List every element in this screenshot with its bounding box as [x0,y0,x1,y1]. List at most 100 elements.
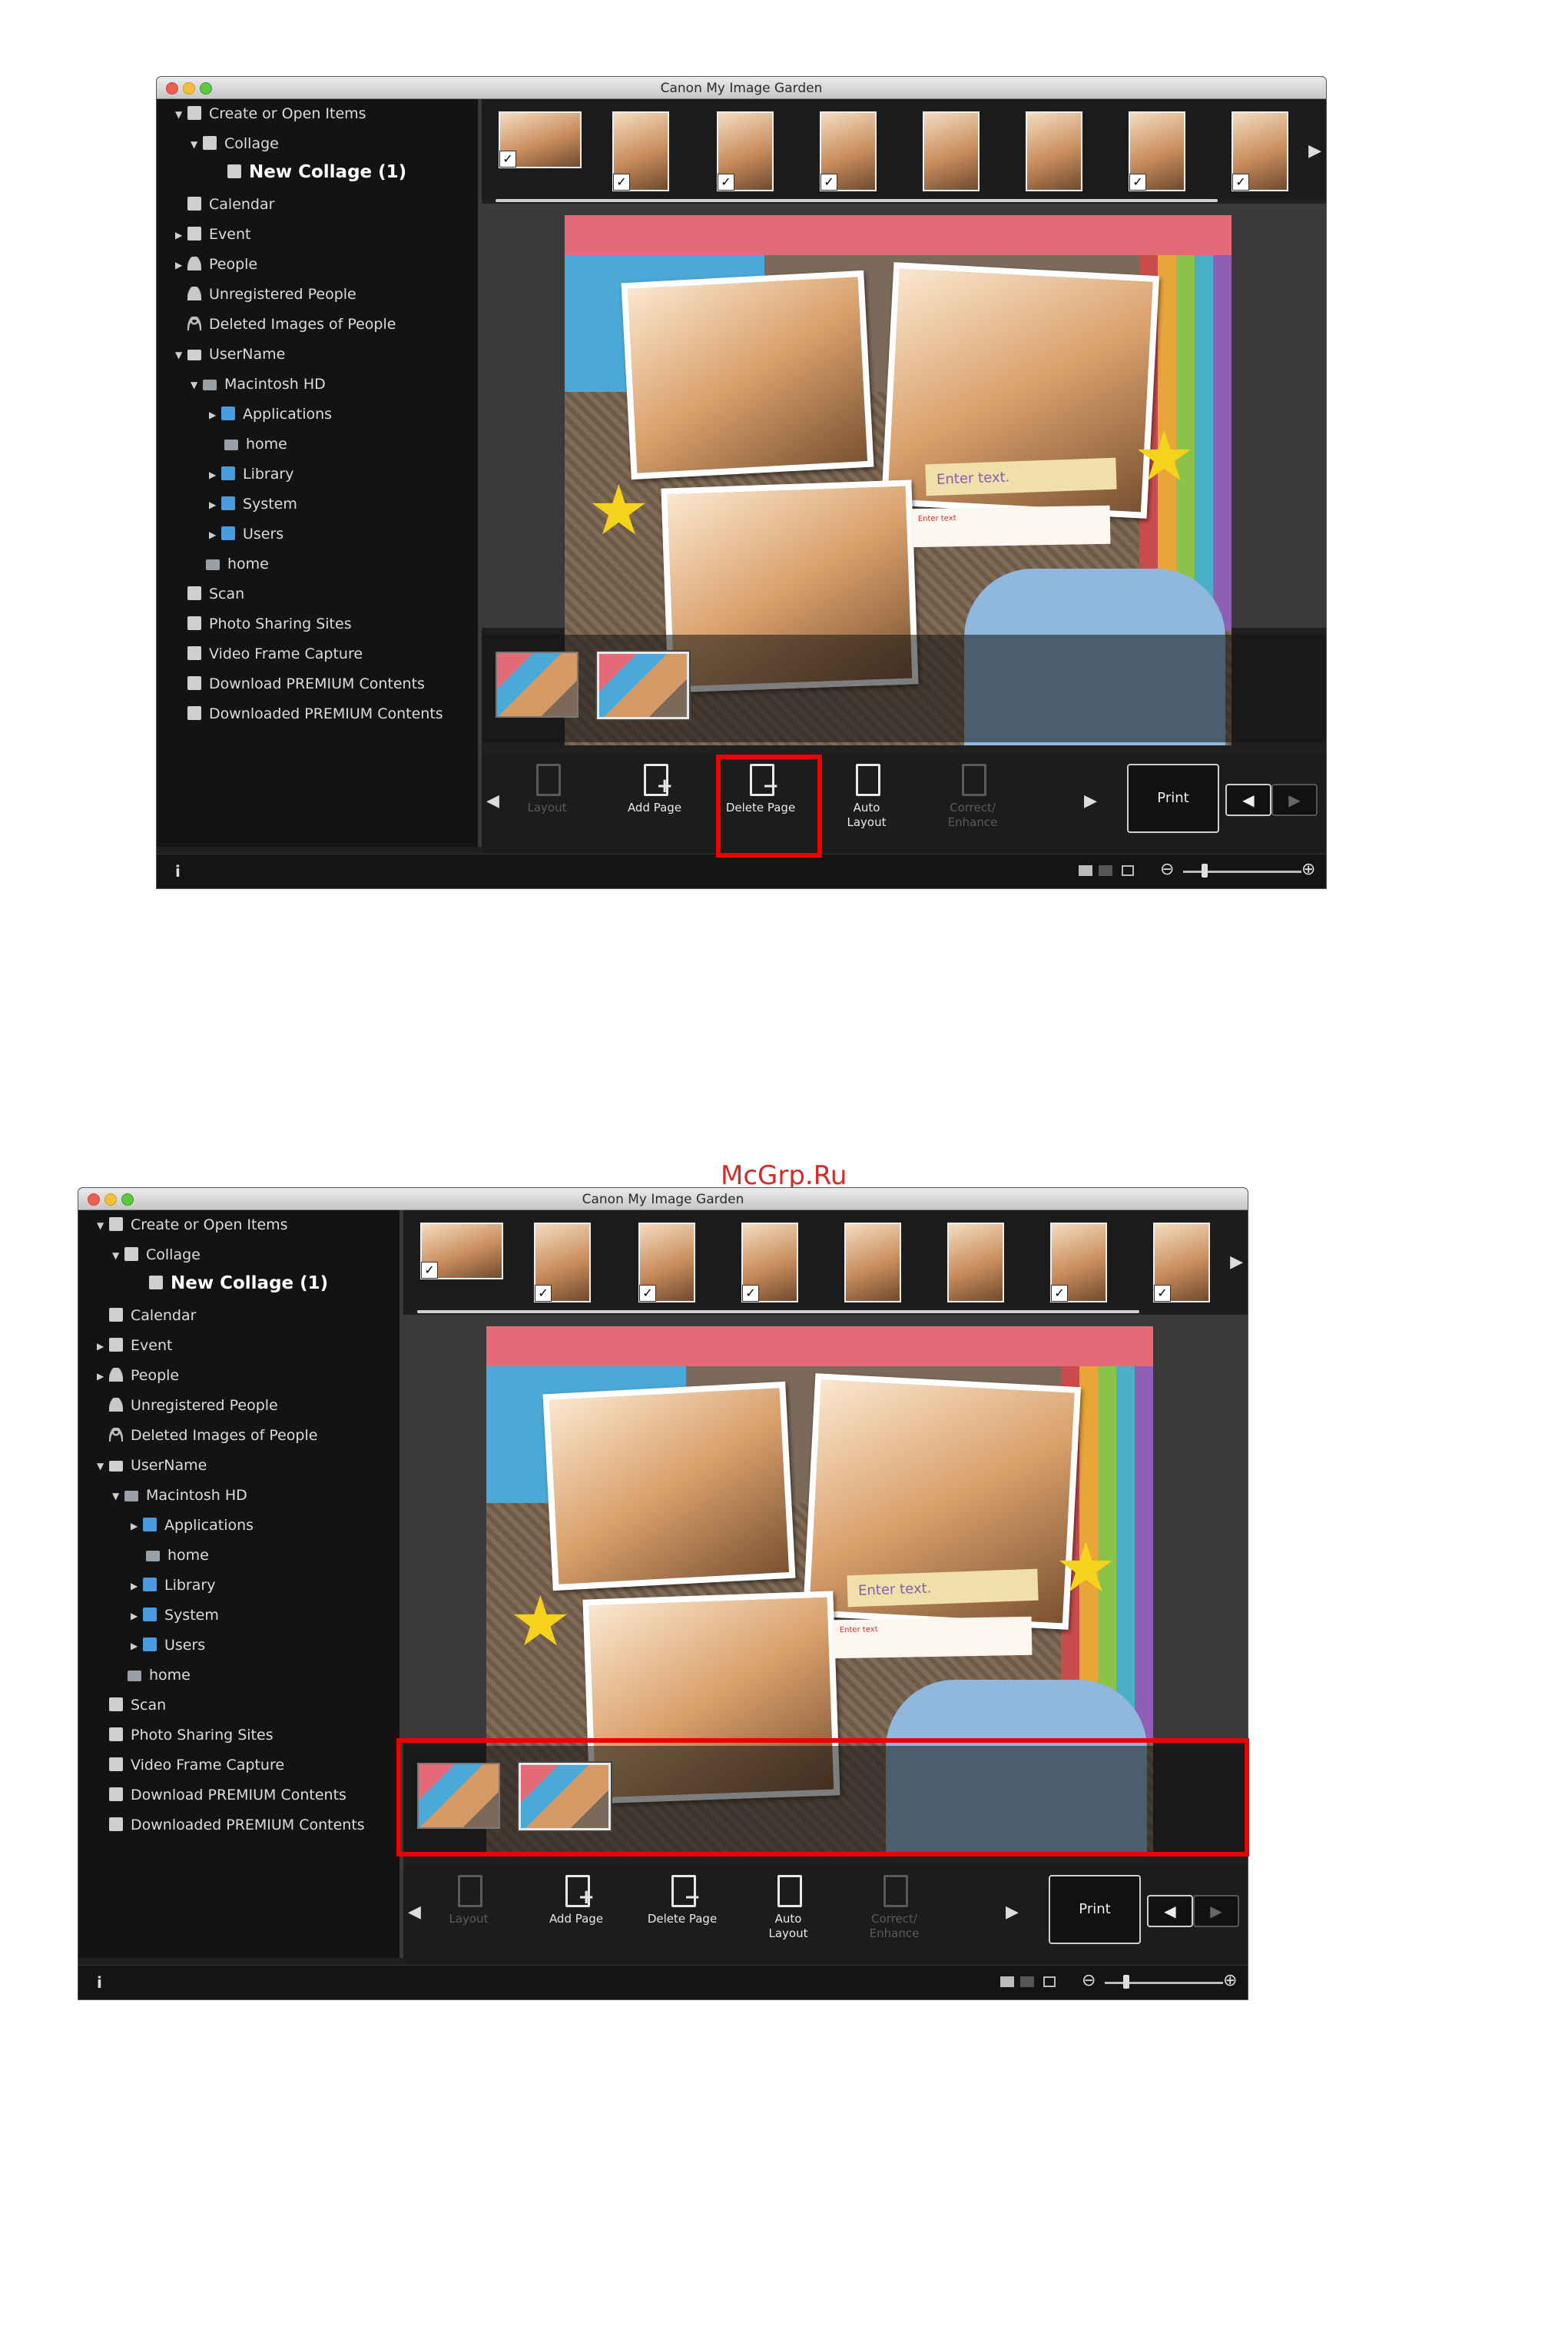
sidebar-item-downloaded-premium[interactable]: Downloaded PREMIUM Contents [187,702,443,725]
print-button[interactable]: Print [1049,1875,1141,1944]
sidebar-item-video-frame-capture[interactable]: Video Frame Capture [187,642,363,665]
disclosure-closed-icon[interactable]: ▶ [209,523,221,546]
toolbar-scroll-left-icon[interactable]: ◀ [486,791,499,811]
checked-checkbox[interactable]: ✓ [613,174,630,191]
checked-checkbox[interactable]: ✓ [1154,1285,1171,1302]
image-thumbnail[interactable] [1026,111,1082,191]
toolbar-scroll-left-icon[interactable]: ◀ [408,1903,421,1922]
layout-button[interactable]: Layout [426,1872,511,1926]
auto-layout-button[interactable]: Auto Layout [824,761,909,830]
image-thumbnail[interactable]: ✓ [717,111,774,191]
sidebar-item-create-or-open-items[interactable]: ▼ Create or Open Items [175,102,366,125]
zoom-out-icon[interactable]: ⊖ [1160,861,1174,879]
sidebar-item-macintosh-hd[interactable]: ▼ Macintosh HD [112,1484,247,1507]
sidebar-item-download-premium[interactable]: Download PREMIUM Contents [187,672,425,695]
sidebar-item-home[interactable]: home [224,433,287,456]
collage-photo[interactable] [542,1381,796,1591]
sidebar-item-home[interactable]: home [146,1544,209,1567]
sidebar-item-scan[interactable]: Scan [187,582,244,606]
sidebar-item-home-2[interactable]: home [206,552,269,576]
sidebar-item-macintosh-hd[interactable]: ▼ Macintosh HD [191,373,326,396]
text-box[interactable]: Enter text. [925,457,1117,496]
sidebar-item-video-frame-capture[interactable]: Video Frame Capture [109,1754,284,1777]
disclosure-open-icon[interactable]: ▼ [112,1485,124,1508]
image-thumbnail[interactable] [923,111,980,191]
view-thumbnail-icon[interactable] [1000,1976,1014,1987]
disclosure-closed-icon[interactable]: ▶ [175,224,187,247]
disclosure-closed-icon[interactable]: ▶ [131,1604,143,1628]
image-thumbnail[interactable]: ✓ [638,1223,695,1302]
text-box-small[interactable]: Enter text [831,1616,1033,1659]
checked-checkbox[interactable]: ✓ [820,174,837,191]
fit-to-window-icon[interactable] [1043,1976,1056,1987]
sidebar-item-scan[interactable]: Scan [109,1694,166,1717]
auto-layout-button[interactable]: Auto Layout [746,1872,830,1941]
page-thumbnail[interactable] [496,652,578,718]
filmstrip-scrollbar[interactable] [417,1310,1139,1313]
image-thumbnail[interactable]: ✓ [741,1223,798,1302]
checked-checkbox[interactable]: ✓ [1232,174,1249,191]
zoom-slider-knob[interactable] [1202,864,1208,878]
checked-checkbox[interactable]: ✓ [499,151,516,168]
view-list-icon[interactable] [1099,865,1112,876]
disclosure-open-icon[interactable]: ▼ [191,373,203,397]
checked-checkbox[interactable]: ✓ [1051,1285,1068,1302]
scroll-right-arrow-icon[interactable]: ▶ [1308,141,1321,161]
text-box[interactable]: Enter text. [847,1568,1039,1608]
checked-checkbox[interactable]: ✓ [718,174,734,191]
disclosure-closed-icon[interactable]: ▶ [97,1335,109,1358]
disclosure-closed-icon[interactable]: ▶ [175,254,187,277]
zoom-out-icon[interactable]: ⊖ [1082,1972,1096,1990]
disclosure-closed-icon[interactable]: ▶ [209,493,221,516]
sidebar-item-collage[interactable]: ▼ Collage [112,1243,201,1266]
image-thumbnail[interactable]: ✓ [1153,1223,1210,1302]
sidebar-item-calendar[interactable]: Calendar [187,193,274,216]
image-thumbnail[interactable]: ✓ [1232,111,1288,191]
image-thumbnail[interactable]: ✓ [612,111,669,191]
delete-page-button[interactable]: − Delete Page [640,1872,724,1926]
info-icon[interactable]: i [97,1973,102,1992]
add-page-button[interactable]: + Add Page [612,761,697,815]
disclosure-open-icon[interactable]: ▼ [112,1244,124,1267]
page-thumbnail-selected[interactable] [597,652,689,719]
checked-checkbox[interactable]: ✓ [639,1285,656,1302]
sidebar-item-event[interactable]: ▶ Event [175,223,250,246]
filmstrip-scrollbar[interactable] [496,199,1218,202]
sidebar-item-new-collage[interactable]: New Collage (1) [227,161,406,184]
zoom-slider-knob[interactable] [1123,1975,1129,1989]
image-thumbnail[interactable]: ✓ [1050,1223,1107,1302]
sidebar-item-download-premium[interactable]: Download PREMIUM Contents [109,1783,346,1807]
toolbar-scroll-right-icon[interactable]: ▶ [1084,791,1097,811]
image-thumbnail[interactable]: ✓ [420,1223,503,1279]
sidebar-item-system[interactable]: ▶ System [209,493,297,516]
disclosure-closed-icon[interactable]: ▶ [209,403,221,426]
sidebar-item-create-or-open-items[interactable]: ▼ Create or Open Items [97,1213,288,1236]
info-icon[interactable]: i [175,862,181,881]
next-page-button[interactable]: ▶ [1271,784,1318,816]
checked-checkbox[interactable]: ✓ [1129,174,1146,191]
sidebar-item-people[interactable]: ▶ People [97,1364,179,1387]
sidebar-item-calendar[interactable]: Calendar [109,1304,196,1327]
image-thumbnail[interactable] [844,1223,901,1302]
sidebar-item-system[interactable]: ▶ System [131,1604,219,1627]
sidebar-item-new-collage[interactable]: New Collage (1) [149,1272,328,1295]
sidebar-item-library[interactable]: ▶ Library [131,1574,215,1597]
sidebar-item-users[interactable]: ▶ Users [209,523,283,546]
disclosure-closed-icon[interactable]: ▶ [131,1515,143,1538]
zoom-in-icon[interactable]: ⊕ [1223,1972,1237,1990]
sidebar-item-photo-sharing-sites[interactable]: Photo Sharing Sites [109,1724,273,1747]
disclosure-open-icon[interactable]: ▼ [97,1214,109,1237]
add-page-button[interactable]: + Add Page [534,1872,618,1926]
image-thumbnail[interactable]: ✓ [534,1223,591,1302]
sidebar-item-photo-sharing-sites[interactable]: Photo Sharing Sites [187,612,352,635]
layout-button[interactable]: Layout [505,761,589,815]
previous-page-button[interactable]: ◀ [1147,1895,1193,1927]
sidebar-item-unregistered-people[interactable]: Unregistered People [109,1394,278,1417]
checked-checkbox[interactable]: ✓ [421,1262,438,1279]
toolbar-scroll-right-icon[interactable]: ▶ [1006,1903,1019,1922]
sidebar-item-username[interactable]: ▼ UserName [97,1454,207,1477]
disclosure-open-icon[interactable]: ▼ [175,103,187,126]
image-thumbnail[interactable]: ✓ [820,111,877,191]
sidebar-item-downloaded-premium[interactable]: Downloaded PREMIUM Contents [109,1813,365,1837]
sidebar-item-applications[interactable]: ▶ Applications [209,403,332,426]
